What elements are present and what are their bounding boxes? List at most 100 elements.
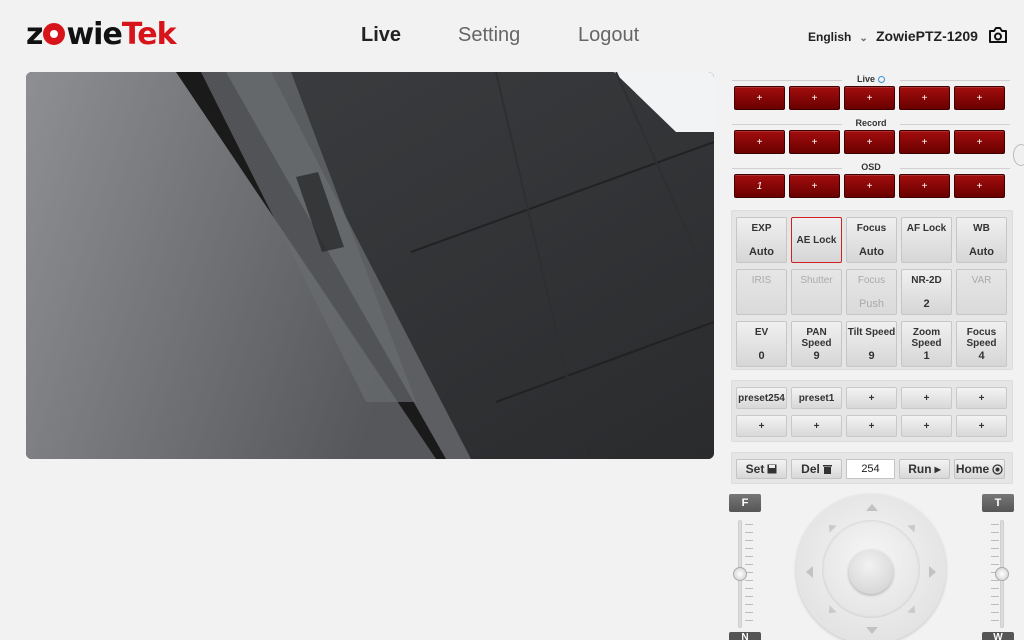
osd-slot-5[interactable]: + xyxy=(954,174,1005,198)
control-pan-speed-button[interactable]: PAN Speed 9 xyxy=(791,321,842,367)
down-left-arrow-icon[interactable] xyxy=(825,605,837,617)
control-tilt-speed-button[interactable]: Tilt Speed 9 xyxy=(846,321,897,367)
control-label: VAR xyxy=(971,275,992,286)
camera-control-grid: EXP Auto AE Lock Focus Auto AF Lock WB Auto IRIS… xyxy=(731,210,1013,370)
control-value: 4 xyxy=(978,350,985,362)
preset-slot-button[interactable]: + xyxy=(846,415,897,437)
preset-slot-button[interactable]: + xyxy=(956,415,1007,437)
control-ev-button[interactable]: EV 0 xyxy=(736,321,787,367)
zoom-tele-button[interactable]: T xyxy=(982,494,1014,512)
control-value: 9 xyxy=(813,350,820,362)
preset-slot-button[interactable]: preset254 xyxy=(736,387,787,409)
control-label: NR-2D xyxy=(911,275,942,286)
preset-slot-button[interactable]: preset1 xyxy=(791,387,842,409)
zoom-wide-button[interactable]: W xyxy=(982,632,1014,640)
tilt-up-arrow-icon[interactable] xyxy=(866,504,878,511)
control-panel: Live + + + + + Record + + + + + OSD 1 + … xyxy=(728,74,1014,198)
control-label: Focus xyxy=(857,275,886,286)
live-buttons: + + + + + xyxy=(728,86,1014,110)
record-slot-5[interactable]: + xyxy=(954,130,1005,154)
control-label: AE Lock xyxy=(796,235,837,246)
nav-logout[interactable]: Logout xyxy=(578,24,639,47)
osd-slot-4[interactable]: + xyxy=(899,174,950,198)
osd-slot-1[interactable]: 1 xyxy=(734,174,785,198)
preset-slot-button[interactable]: + xyxy=(901,415,952,437)
control-value: 1 xyxy=(923,350,930,362)
ptz-joystick[interactable] xyxy=(796,494,946,640)
live-slot-3[interactable]: + xyxy=(844,86,895,110)
control-label: Focus Speed xyxy=(966,327,997,349)
tilt-down-arrow-icon[interactable] xyxy=(866,627,878,634)
home-button[interactable]: Home xyxy=(954,459,1005,479)
preset-slot-button[interactable]: + xyxy=(846,387,897,409)
pan-left-arrow-icon[interactable] xyxy=(806,566,813,578)
control-focus-speed-button[interactable]: Focus Speed 4 xyxy=(956,321,1007,367)
focus-far-button[interactable]: F xyxy=(729,494,761,512)
preset-slot-button[interactable]: + xyxy=(736,415,787,437)
live-title-label: Live xyxy=(856,74,875,84)
language-select[interactable]: English ⌄ xyxy=(808,30,868,44)
snapshot-camera-icon[interactable] xyxy=(988,26,1008,44)
joystick-center-button[interactable] xyxy=(849,550,893,594)
focus-slider-knob[interactable] xyxy=(733,567,747,581)
up-left-arrow-icon[interactable] xyxy=(825,521,837,533)
down-right-arrow-icon[interactable] xyxy=(907,605,919,617)
osd-slot-2[interactable]: + xyxy=(789,174,840,198)
record-slot-2[interactable]: + xyxy=(789,130,840,154)
record-slot-3[interactable]: + xyxy=(844,130,895,154)
panel-collapse-handle[interactable] xyxy=(1013,144,1024,166)
live-video-feed[interactable] xyxy=(26,72,714,459)
osd-section-title: OSD xyxy=(728,162,1014,174)
control-value: Auto xyxy=(858,246,885,258)
pan-right-arrow-icon[interactable] xyxy=(929,566,936,578)
control-exp-button[interactable]: EXP Auto xyxy=(736,217,787,263)
live-slot-2[interactable]: + xyxy=(789,86,840,110)
del-label: Del xyxy=(801,462,820,476)
osd-slot-3[interactable]: + xyxy=(844,174,895,198)
live-slot-4[interactable]: + xyxy=(899,86,950,110)
set-preset-button[interactable]: Set xyxy=(736,459,787,479)
focus-near-button[interactable]: N xyxy=(729,632,761,640)
control-focus-button[interactable]: Focus Auto xyxy=(846,217,897,263)
control-label: Shutter xyxy=(800,275,833,286)
control-label: WB xyxy=(973,223,990,234)
preset-slot-button[interactable]: + xyxy=(956,387,1007,409)
control-value: 0 xyxy=(758,350,765,362)
delete-preset-button[interactable]: Del xyxy=(791,459,842,479)
nav-live[interactable]: Live xyxy=(361,24,401,47)
up-right-arrow-icon[interactable] xyxy=(907,521,919,533)
run-preset-button[interactable]: Run ▶ xyxy=(899,459,950,479)
record-buttons: + + + + + xyxy=(728,130,1014,154)
preset-slot-button[interactable]: + xyxy=(791,415,842,437)
control-label: AF Lock xyxy=(906,223,947,234)
control-shutter-button: Shutter xyxy=(791,269,842,315)
user-icon xyxy=(878,76,885,83)
control-ae-lock-button[interactable]: AE Lock xyxy=(791,217,842,263)
control-label: Tilt Speed xyxy=(847,327,896,338)
home-label: Home xyxy=(955,462,990,476)
home-target-icon xyxy=(992,463,1003,475)
play-icon: ▶ xyxy=(934,464,941,474)
preset-slot-button[interactable]: + xyxy=(901,387,952,409)
control-label: Zoom Speed xyxy=(911,327,942,349)
live-slot-5[interactable]: + xyxy=(954,86,1005,110)
control-zoom-speed-button[interactable]: Zoom Speed 1 xyxy=(901,321,952,367)
control-value: 9 xyxy=(868,350,875,362)
run-label: Run xyxy=(908,462,932,476)
nav-setting[interactable]: Setting xyxy=(458,24,520,47)
device-name: ZowiePTZ-1209 xyxy=(876,28,978,44)
zoom-slider-knob[interactable] xyxy=(995,567,1009,581)
main-nav: Live Setting Logout xyxy=(0,24,1024,50)
control-nr-2d-button[interactable]: NR-2D 2 xyxy=(901,269,952,315)
control-label: PAN Speed xyxy=(801,327,832,349)
record-slot-1[interactable]: + xyxy=(734,130,785,154)
control-wb-button[interactable]: WB Auto xyxy=(956,217,1007,263)
control-af-lock-button[interactable]: AF Lock xyxy=(901,217,952,263)
preset-number-input[interactable] xyxy=(846,459,895,479)
live-slot-1[interactable]: + xyxy=(734,86,785,110)
control-var-button: VAR xyxy=(956,269,1007,315)
record-section-title: Record xyxy=(728,118,1014,130)
control-value: Push xyxy=(858,298,885,310)
record-slot-4[interactable]: + xyxy=(899,130,950,154)
control-label: EV xyxy=(754,327,769,338)
